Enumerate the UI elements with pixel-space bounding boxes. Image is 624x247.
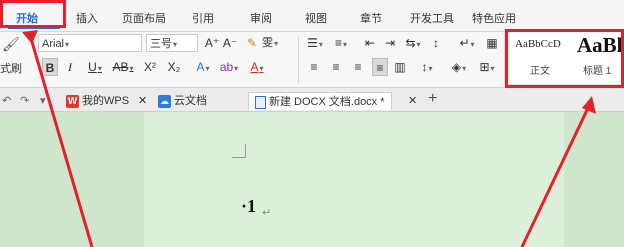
underline-button[interactable]: U (84, 58, 106, 76)
bold-button[interactable]: B (42, 58, 58, 76)
grow-font-button[interactable]: A⁺ (204, 34, 220, 52)
font-color-button[interactable]: A (246, 58, 268, 76)
tab-my-wps-label: 我的WPS (82, 95, 130, 107)
document-icon (255, 95, 266, 109)
highlight-box-styles (505, 29, 624, 88)
tab-chapter[interactable]: 章节 (360, 10, 382, 26)
font-size-value: 三号 (150, 38, 172, 50)
close-current-tab-icon[interactable]: ✕ (408, 92, 417, 110)
tab-references[interactable]: 引用 (192, 10, 214, 26)
tab-current-document-label: 新建 DOCX 文档.docx * (269, 96, 385, 108)
tab-review[interactable]: 审阅 (250, 10, 272, 26)
align-left-icon[interactable]: ≡ (306, 58, 322, 76)
align-right-icon[interactable]: ≡ (350, 58, 366, 76)
text-effect-icon[interactable]: A (192, 58, 214, 76)
sort-icon[interactable]: ↕ (428, 34, 444, 52)
tab-current-document[interactable]: 新建 DOCX 文档.docx * (248, 92, 392, 110)
format-painter-icon[interactable]: 🖌 (2, 35, 20, 53)
ribbon-separator (298, 36, 299, 84)
font-size-select[interactable]: 三号 (146, 34, 198, 52)
font-name-value: Arial (42, 38, 65, 50)
quick-access-dropdown-icon[interactable]: ▾ (40, 92, 46, 110)
chinese-layout-icon[interactable]: ⇆ (402, 34, 424, 52)
close-tab-icon[interactable]: ✕ (138, 92, 147, 110)
strikethrough-button[interactable]: AB (110, 58, 136, 76)
format-painter-label[interactable]: 式刷 (0, 60, 22, 78)
underline-label: U (88, 60, 97, 74)
subscript-button[interactable]: X₂ (164, 58, 184, 76)
bullets-icon[interactable]: ☰ (304, 34, 326, 52)
italic-button[interactable]: I (62, 58, 78, 76)
document-tab-bar: ↶ ↷ ▾ W 我的WPS ✕ ☁ 云文档 新建 DOCX 文档.docx * ✕ … (0, 88, 624, 112)
tab-cloud-docs[interactable]: ☁ 云文档 (158, 92, 207, 110)
tab-special-apps[interactable]: 特色应用 (472, 10, 516, 26)
tab-view[interactable]: 视图 (305, 10, 327, 26)
document-page[interactable] (144, 112, 564, 247)
increase-indent-icon[interactable]: ⇥ (382, 34, 398, 52)
justify-icon[interactable]: ≡ (372, 58, 388, 76)
document-workspace (0, 112, 624, 247)
wps-logo-icon: W (66, 94, 79, 108)
font-name-select[interactable]: Arial (38, 34, 142, 52)
cloud-icon: ☁ (158, 94, 171, 108)
distributed-icon[interactable]: ▥ (392, 58, 408, 76)
font-color-label: A (250, 60, 259, 74)
phonetic-button[interactable]: 雯 (262, 34, 278, 52)
menu-bar: 开始 插入 页面布局 引用 审阅 视图 章节 开发工具 特色应用 (0, 0, 624, 32)
tab-my-wps[interactable]: W 我的WPS (66, 92, 129, 110)
tab-insert[interactable]: 插入 (76, 10, 98, 26)
numbering-icon[interactable]: ≡ (330, 34, 352, 52)
highlight-box-home-tab (0, 0, 66, 28)
page-margin-corner (232, 144, 246, 158)
clear-format-icon[interactable]: ✎ (244, 34, 260, 52)
paragraph-mark: ↵ (262, 207, 272, 219)
table-icon[interactable]: ▦ (484, 34, 500, 52)
show-marks-icon[interactable]: ↵ (456, 34, 478, 52)
superscript-button[interactable]: X² (140, 58, 160, 76)
tab-page-layout[interactable]: 页面布局 (122, 10, 166, 26)
shrink-font-button[interactable]: A⁻ (222, 34, 238, 52)
redo-icon[interactable]: ↷ (20, 92, 29, 110)
align-center-icon[interactable]: ≡ (328, 58, 344, 76)
undo-icon[interactable]: ↶ (2, 92, 11, 110)
tab-developer[interactable]: 开发工具 (410, 10, 454, 26)
decrease-indent-icon[interactable]: ⇤ (362, 34, 378, 52)
highlight-icon[interactable]: ab (218, 58, 240, 76)
phonetic-label: 雯 (262, 37, 273, 49)
list-number[interactable]: ·1 (241, 196, 256, 217)
shading-icon[interactable]: ◈ (448, 58, 470, 76)
tab-cloud-docs-label: 云文档 (174, 95, 207, 107)
new-tab-button[interactable]: + (428, 90, 437, 108)
line-spacing-icon[interactable]: ↕ (416, 58, 438, 76)
borders-icon[interactable]: ⊞ (476, 58, 498, 76)
strikethrough-label: AB (112, 60, 129, 74)
